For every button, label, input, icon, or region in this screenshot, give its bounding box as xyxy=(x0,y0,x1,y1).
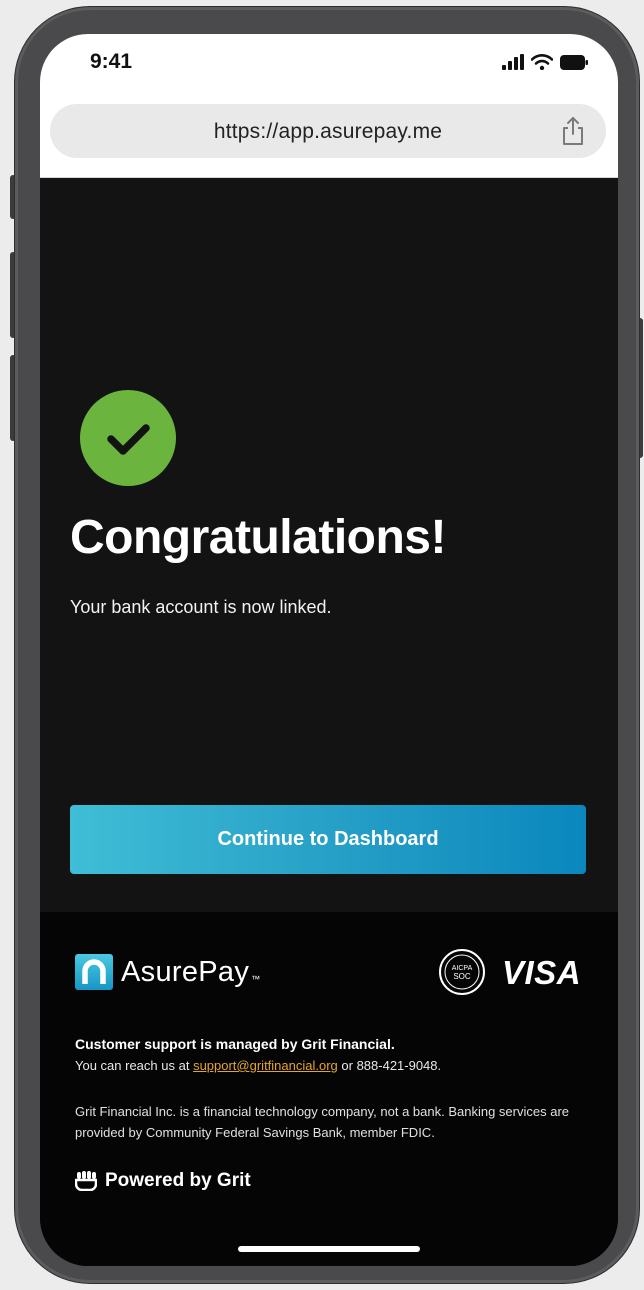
asurepay-logo-icon xyxy=(75,954,113,990)
support-email-link[interactable]: support@gritfinancial.org xyxy=(193,1058,338,1073)
home-indicator[interactable] xyxy=(238,1246,420,1252)
success-badge xyxy=(80,390,176,486)
badge-aicpa-text: AICPA xyxy=(452,965,473,972)
support-contact: You can reach us at support@gritfinancia… xyxy=(75,1058,441,1073)
powered-by-text: Powered by Grit xyxy=(105,1170,251,1191)
status-icons xyxy=(502,54,588,70)
continue-to-dashboard-button[interactable]: Continue to Dashboard xyxy=(70,805,586,874)
main-content: Congratulations! Your bank account is no… xyxy=(40,178,618,912)
powered-by: Powered by Grit xyxy=(75,1170,251,1192)
wifi-icon xyxy=(531,54,553,70)
brand-trademark: ™ xyxy=(251,974,261,984)
url-text[interactable]: https://app.asurepay.me xyxy=(50,120,606,144)
support-prefix: You can reach us at xyxy=(75,1058,194,1073)
status-time: 9:41 xyxy=(90,50,133,73)
footer: AsurePay ™ AICPA SOC VISA Customer suppo… xyxy=(40,912,618,1266)
checkmark-icon xyxy=(107,424,150,455)
support-title: Customer support is managed by Grit Fina… xyxy=(75,1036,395,1052)
support-suffix: or 888-421-9048. xyxy=(337,1058,442,1073)
grit-fist-icon xyxy=(75,1171,97,1191)
asurepay-logo: AsurePay ™ xyxy=(75,954,260,990)
page-title: Congratulations! xyxy=(70,511,446,564)
phone-screen: 9:41 https://app.asurepay.me Congratulat… xyxy=(40,34,618,1266)
legal-disclaimer: Grit Financial Inc. is a financial techn… xyxy=(75,1104,570,1140)
share-icon[interactable] xyxy=(560,116,586,146)
visa-logo: VISA xyxy=(502,954,582,991)
status-bar: 9:41 xyxy=(40,34,618,104)
brand-name: AsurePay xyxy=(121,955,250,988)
browser-toolbar: https://app.asurepay.me xyxy=(40,104,618,178)
address-bar[interactable]: https://app.asurepay.me xyxy=(50,104,606,158)
battery-icon xyxy=(560,54,588,70)
success-message: Your bank account is now linked. xyxy=(70,597,332,617)
aicpa-soc-badge: AICPA SOC xyxy=(439,949,485,995)
signal-icon xyxy=(502,54,524,70)
badge-soc-text: SOC xyxy=(453,972,471,981)
